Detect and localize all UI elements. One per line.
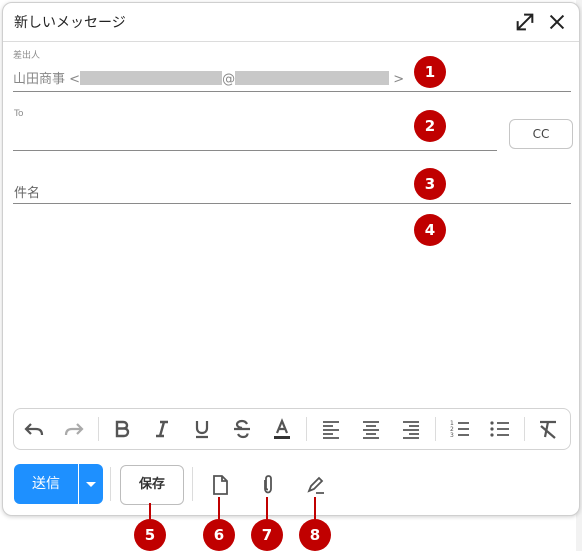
subject-underline (13, 203, 571, 204)
toolbar-divider (524, 417, 525, 441)
redacted-email-user (80, 71, 223, 85)
save-button[interactable]: 保存 (120, 465, 184, 505)
toolbar-divider (98, 417, 99, 441)
annotation-badge: 1 (414, 56, 446, 88)
title-bar: 新しいメッセージ (3, 3, 579, 42)
from-underline (13, 91, 571, 92)
annotation-badge: 5 (134, 519, 166, 551)
underline-icon[interactable] (190, 417, 214, 441)
text-color-icon[interactable] (270, 417, 294, 441)
message-body[interactable] (13, 215, 569, 400)
from-at-sign: @ (222, 72, 236, 87)
to-underline (13, 150, 497, 151)
send-button[interactable]: 送信 (14, 464, 78, 504)
italic-icon[interactable] (150, 417, 174, 441)
from-value: 山田商事 < @ > (13, 68, 404, 87)
footer-divider (192, 467, 193, 501)
clear-format-icon[interactable] (536, 417, 560, 441)
cc-button[interactable]: CC (509, 119, 573, 149)
signature-icon[interactable] (304, 473, 328, 497)
align-left-icon[interactable] (319, 417, 343, 441)
align-right-icon[interactable] (399, 417, 423, 441)
expand-icon[interactable] (514, 11, 536, 33)
annotation-badge: 7 (251, 519, 283, 551)
template-icon[interactable] (208, 473, 232, 497)
compose-dialog: 新しいメッセージ 差出人 山田商事 < @ > To CC 件名 1 2 3 送… (2, 2, 580, 516)
strikethrough-icon[interactable] (230, 417, 254, 441)
attachment-icon[interactable] (256, 473, 280, 497)
redacted-email-domain (235, 71, 390, 85)
annotation-pointer (266, 497, 268, 519)
annotation-badge: 6 (203, 519, 235, 551)
from-open-bracket: < (69, 72, 81, 87)
send-options-dropdown[interactable] (79, 464, 103, 504)
to-label: To (14, 109, 24, 119)
align-center-icon[interactable] (359, 417, 383, 441)
close-icon[interactable] (546, 11, 568, 33)
from-label: 差出人 (13, 51, 41, 61)
svg-text:3: 3 (450, 432, 454, 439)
undo-icon[interactable] (22, 417, 46, 441)
annotation-pointer (314, 497, 316, 519)
toolbar-divider (435, 417, 436, 441)
annotation-badge: 2 (414, 110, 446, 142)
bold-icon[interactable] (110, 417, 134, 441)
footer-divider (110, 467, 111, 501)
formatting-toolbar: 123 (13, 408, 571, 450)
from-name: 山田商事 (13, 72, 66, 87)
annotation-badge: 4 (414, 214, 446, 246)
redo-icon[interactable] (62, 417, 86, 441)
chevron-down-icon (86, 482, 96, 487)
numbered-list-icon[interactable]: 123 (448, 417, 472, 441)
annotation-badge: 8 (299, 519, 331, 551)
subject-input[interactable]: 件名 (14, 182, 40, 201)
dialog-title: 新しいメッセージ (14, 15, 126, 31)
bulleted-list-icon[interactable] (488, 417, 512, 441)
toolbar-divider (306, 417, 307, 441)
annotation-pointer (218, 497, 220, 519)
from-close-bracket: > (393, 72, 405, 87)
annotation-pointer (149, 503, 151, 519)
annotation-badge: 3 (414, 168, 446, 200)
